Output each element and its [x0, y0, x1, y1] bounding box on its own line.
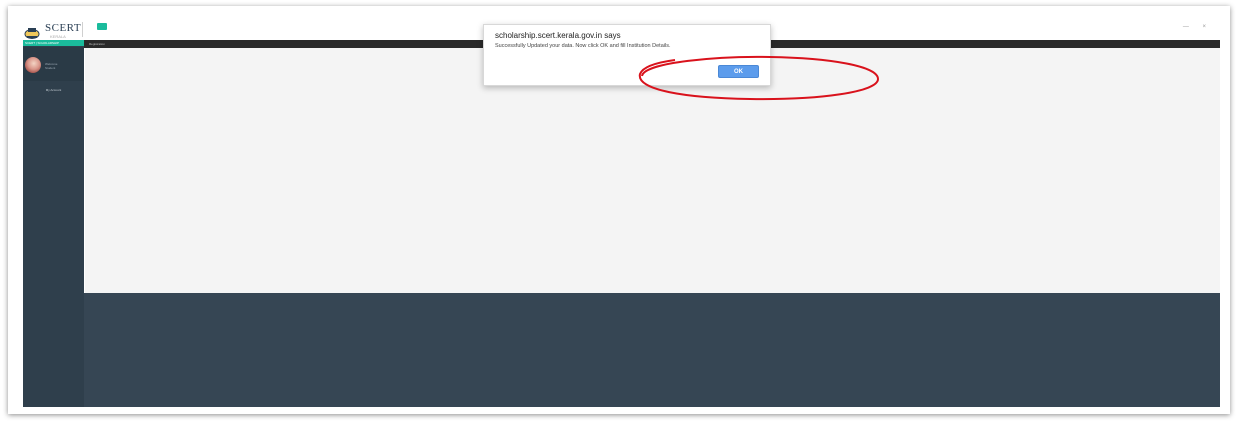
logo-subtitle: KERALA	[50, 34, 66, 39]
window-controls[interactable]: — ×	[1183, 24, 1212, 30]
avatar	[25, 57, 41, 73]
sidebar-item-my-account[interactable]: My Account	[23, 85, 84, 95]
logo-text: SCERT	[45, 22, 82, 34]
dialog-title: scholarship.scert.kerala.gov.in says	[495, 31, 621, 40]
menu-toggle-button[interactable]	[97, 23, 107, 30]
scert-logo-icon	[24, 28, 40, 39]
ok-button[interactable]: OK	[718, 65, 759, 78]
alert-dialog: scholarship.scert.kerala.gov.in says Suc…	[483, 24, 771, 86]
profile-area: Welcome Student	[23, 47, 84, 81]
dialog-message: Successfully Updated your data. Now clic…	[495, 43, 671, 49]
header-divider	[82, 22, 83, 37]
footer-area	[84, 293, 1220, 407]
sidebar: SCERT | SCHOLARSHIP Welcome Student My A…	[23, 40, 84, 407]
breadcrumb-label[interactable]: Registration	[89, 40, 105, 48]
welcome-text: Welcome Student	[45, 62, 57, 70]
welcome-user: Student	[45, 66, 56, 70]
sidebar-title[interactable]: SCERT | SCHOLARSHIP	[23, 40, 84, 46]
